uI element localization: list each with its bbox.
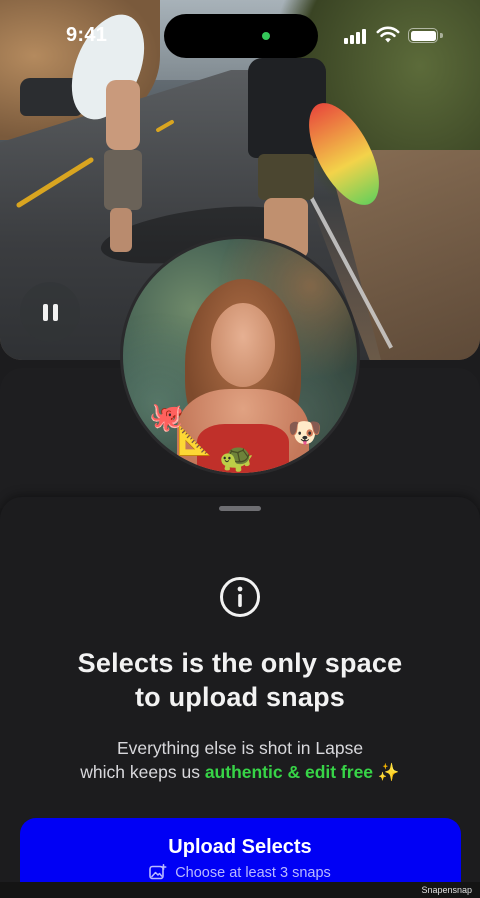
body-highlight: authentic & edit free: [204, 762, 374, 782]
headline-line-1: Selects is the only space: [77, 648, 403, 678]
selfie-bubble: 🐙 📐 🐢 🐶: [120, 236, 360, 476]
photo-add-icon: [149, 864, 167, 880]
dynamic-island: [164, 14, 318, 58]
wifi-icon: [376, 26, 400, 43]
watermark: Snapensnap: [421, 885, 472, 895]
upload-button-subtitle-row: Choose at least 3 snaps: [0, 864, 480, 881]
sheet-body: Everything else is shot in Lapse which k…: [0, 736, 480, 784]
pause-icon-bar: [52, 303, 58, 321]
headline-line-2: to upload snaps: [134, 682, 345, 712]
upload-button-subtitle: Choose at least 3 snaps: [175, 865, 331, 881]
sparkles-emoji: ✨: [373, 762, 400, 782]
battery-tip: [440, 33, 443, 38]
body-line-2-prefix: which keeps us: [80, 762, 205, 782]
sheet-grabber[interactable]: [219, 506, 261, 511]
sheet-headline: Selects is the only space to upload snap…: [0, 646, 480, 714]
ruler-emoji: 📐: [177, 424, 212, 457]
footer-bar: [0, 882, 480, 898]
dog-emoji: 🐶: [287, 416, 322, 449]
camera-indicator-dot: [262, 32, 270, 40]
selfie-face: [211, 303, 275, 387]
pause-icon: [42, 303, 48, 321]
battery-icon: [408, 28, 438, 43]
info-circle-icon: [220, 577, 260, 617]
pause-button[interactable]: [20, 282, 80, 342]
turtle-emoji: 🐢: [219, 441, 254, 474]
body-line-1: Everything else is shot in Lapse: [116, 738, 364, 758]
body-line-2: which keeps us authentic & edit free ✨: [0, 760, 480, 784]
status-time: 9:41: [66, 24, 108, 46]
upload-button-title: Upload Selects: [168, 836, 312, 858]
status-bar: 9:41: [0, 0, 480, 70]
cellular-signal-icon: [344, 28, 368, 44]
video-person: [100, 40, 148, 252]
